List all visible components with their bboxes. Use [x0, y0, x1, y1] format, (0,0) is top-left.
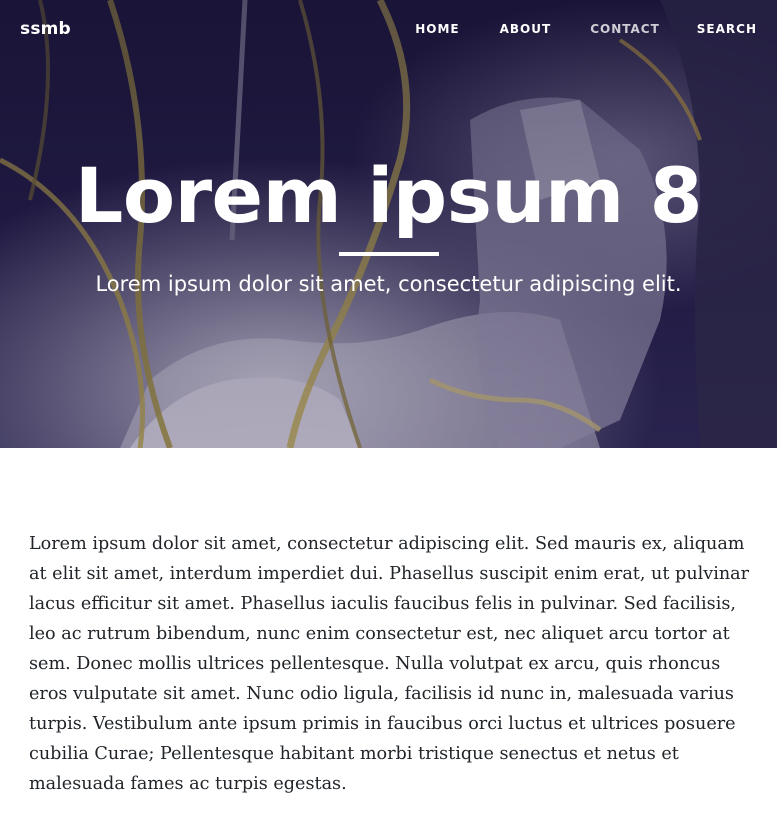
- nav-item-search: SEARCH: [697, 22, 757, 36]
- nav-link-about[interactable]: ABOUT: [500, 22, 552, 36]
- body-paragraph: Lorem ipsum dolor sit amet, consectetur …: [29, 534, 750, 794]
- nav-item-about: ABOUT: [500, 22, 552, 36]
- nav-link-search[interactable]: SEARCH: [697, 22, 757, 36]
- nav-links: HOME ABOUT CONTACT SEARCH: [415, 22, 757, 36]
- hero-title: Lorem ipsum 8: [74, 151, 703, 240]
- hero-subtitle: Lorem ipsum dolor sit amet, consectetur …: [95, 272, 682, 296]
- nav-item-home: HOME: [415, 22, 459, 36]
- main-content: Lorem ipsum dolor sit amet, consectetur …: [29, 529, 751, 799]
- hero-divider: [338, 252, 439, 256]
- navbar: ssmb HOME ABOUT CONTACT SEARCH: [0, 0, 777, 60]
- hero-header: ssmb HOME ABOUT CONTACT SEARCH Lorem ips…: [0, 0, 777, 448]
- nav-item-contact: CONTACT: [590, 22, 660, 36]
- nav-link-contact[interactable]: CONTACT: [590, 22, 660, 36]
- hero-text: Lorem ipsum 8 Lorem ipsum dolor sit amet…: [0, 150, 777, 298]
- brand-logo[interactable]: ssmb: [20, 19, 71, 39]
- nav-link-home[interactable]: HOME: [415, 22, 459, 36]
